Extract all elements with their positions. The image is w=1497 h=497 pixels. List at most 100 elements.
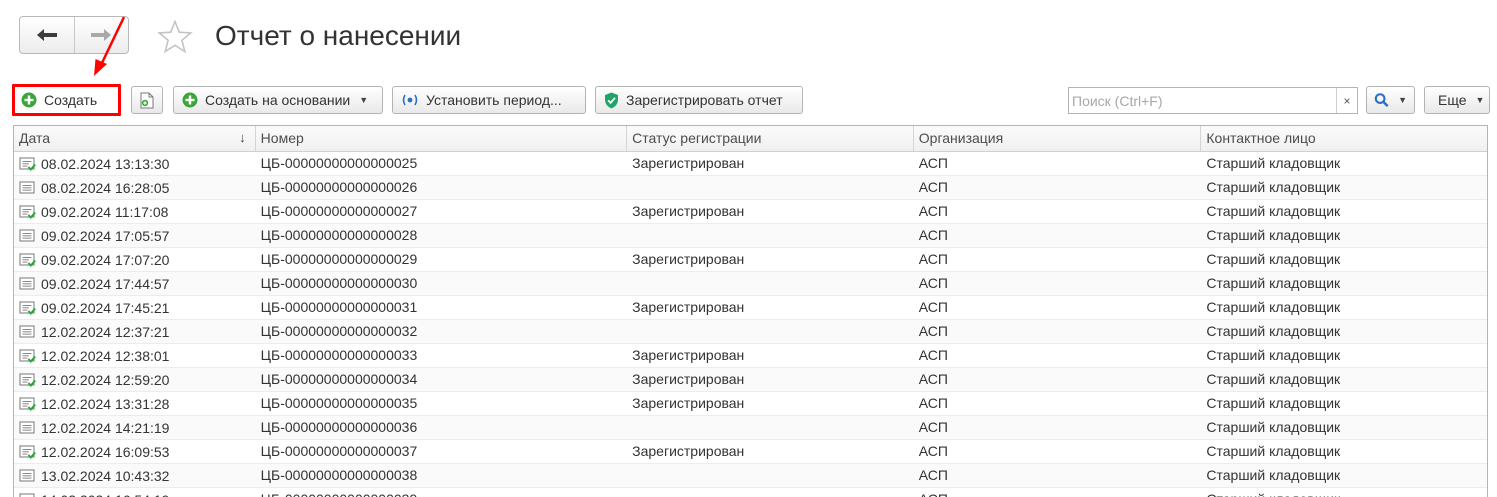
register-report-label: Зарегистрировать отчет [626, 92, 783, 108]
register-report-button[interactable]: Зарегистрировать отчет [595, 86, 803, 114]
cell-date-text: 09.02.2024 17:05:57 [41, 227, 170, 244]
cell-contact: Старший кладовщик [1206, 395, 1341, 411]
cell-date-text: 12.02.2024 16:09:53 [41, 443, 170, 460]
cell-date-text: 08.02.2024 13:13:30 [41, 155, 170, 172]
table-row[interactable]: 12.02.2024 12:59:20 ЦБ-00000000000000034 З… [14, 368, 1487, 392]
cell-number: ЦБ-00000000000000035 [260, 395, 418, 411]
table-row[interactable]: 13.02.2024 10:43:32 ЦБ-00000000000000038 А… [14, 464, 1487, 488]
table-row[interactable]: 08.02.2024 13:13:30 ЦБ-00000000000000025 З… [14, 152, 1487, 176]
copy-document-button[interactable] [131, 86, 163, 114]
cell-date-text: 09.02.2024 17:07:20 [41, 251, 170, 268]
cell-date: 12.02.2024 16:09:53 [14, 440, 256, 463]
arrow-left-icon [36, 29, 57, 41]
cell-date-text: 12.02.2024 13:31:28 [41, 395, 170, 412]
header-bar: Отчет о нанесении [0, 0, 1497, 80]
table-row[interactable]: 12.02.2024 16:09:53 ЦБ-00000000000000037 З… [14, 440, 1487, 464]
table-row[interactable]: 09.02.2024 17:05:57 ЦБ-00000000000000028 А… [14, 224, 1487, 248]
cell-status [627, 320, 914, 343]
table-row[interactable]: 08.02.2024 16:28:05 ЦБ-00000000000000026 А… [14, 176, 1487, 200]
create-based-on-button[interactable]: Создать на основании ▼ [173, 86, 383, 114]
cell-organization: АСП [918, 203, 948, 219]
document-icon [19, 181, 36, 195]
document-registered-icon [19, 253, 36, 267]
search-box: × [1068, 87, 1358, 114]
cell-status: Зарегистрирован [632, 203, 745, 219]
document-registered-icon [19, 349, 36, 363]
set-period-label: Установить период... [426, 92, 562, 108]
cell-number: ЦБ-00000000000000037 [260, 443, 418, 459]
cell-date-text: 12.02.2024 12:37:21 [41, 323, 170, 340]
document-registered-icon [19, 205, 36, 219]
table-row[interactable]: 09.02.2024 17:44:57 ЦБ-00000000000000030 А… [14, 272, 1487, 296]
table-row[interactable]: 12.02.2024 14:21:19 ЦБ-00000000000000036 А… [14, 416, 1487, 440]
cell-organization: АСП [914, 488, 1202, 497]
cell-organization: АСП [918, 467, 948, 483]
column-header-status[interactable]: Статус регистрации [627, 126, 914, 151]
cell-date: 09.02.2024 17:05:57 [14, 224, 256, 247]
table-row[interactable]: 12.02.2024 12:37:21 ЦБ-00000000000000032 А… [14, 320, 1487, 344]
document-icon [19, 421, 36, 435]
cell-date: 12.02.2024 13:31:28 [14, 392, 256, 415]
cell-organization: АСП [918, 395, 948, 411]
column-header-date[interactable]: Дата ↓ [14, 126, 256, 151]
table-row[interactable]: 09.02.2024 11:17:08 ЦБ-00000000000000027 З… [14, 200, 1487, 224]
cell-date-text: 08.02.2024 16:28:05 [41, 179, 170, 196]
cell-date-text: 12.02.2024 14:21:19 [41, 419, 170, 436]
favorite-star-icon[interactable] [157, 20, 193, 54]
annotation-arrow-icon [94, 16, 126, 76]
cell-date: 12.02.2024 12:59:20 [14, 368, 256, 391]
cell-date: 13.02.2024 10:43:32 [14, 464, 256, 487]
search-input[interactable] [1069, 89, 1336, 112]
cell-contact: Старший кладовщик [1206, 299, 1341, 315]
more-button[interactable]: Еще ▼ [1424, 86, 1490, 114]
cell-date: 08.02.2024 13:13:30 [14, 152, 256, 175]
cell-number: ЦБ-00000000000000026 [260, 179, 418, 195]
column-header-contact[interactable]: Контактное лицо [1201, 126, 1487, 151]
cell-contact: Старший кладовщик [1206, 251, 1341, 267]
back-button[interactable] [20, 17, 74, 53]
cell-contact: Старший кладовщик [1206, 179, 1341, 195]
cell-contact: Старший кладовщик [1206, 203, 1341, 219]
documents-table: Дата ↓ Номер Статус регистрации Организа… [13, 125, 1488, 497]
cell-number: ЦБ-00000000000000027 [260, 203, 418, 219]
cell-date: 09.02.2024 11:17:08 [14, 200, 256, 223]
page-title: Отчет о нанесении [215, 20, 462, 51]
cell-date-text: 09.02.2024 17:45:21 [41, 299, 170, 316]
cell-date-text: 12.02.2024 12:38:01 [41, 347, 170, 364]
table-row[interactable]: 09.02.2024 17:45:21 ЦБ-00000000000000031 З… [14, 296, 1487, 320]
cell-status [627, 272, 914, 295]
cell-date: 09.02.2024 17:45:21 [14, 296, 256, 319]
set-period-button[interactable]: Установить период... [392, 86, 586, 114]
column-header-label: Дата [19, 130, 51, 146]
cell-status [627, 488, 914, 497]
clear-search-button[interactable]: × [1336, 88, 1357, 113]
column-header-label: Организация [918, 130, 1004, 146]
copy-document-icon [140, 92, 154, 108]
cell-contact: Старший кладовщик [1206, 275, 1341, 291]
document-icon [19, 469, 36, 483]
close-icon: × [1343, 93, 1351, 108]
table-row[interactable]: 09.02.2024 17:07:20 ЦБ-00000000000000029 З… [14, 248, 1487, 272]
document-registered-icon [19, 373, 36, 387]
cell-date-text: 12.02.2024 12:59:20 [41, 371, 170, 388]
document-icon [19, 325, 36, 339]
table-body: 08.02.2024 13:13:30 ЦБ-00000000000000025 З… [14, 152, 1487, 497]
column-header-organization[interactable]: Организация [914, 126, 1202, 151]
column-header-label: Номер [260, 130, 304, 146]
cell-date: 09.02.2024 17:44:57 [14, 272, 256, 295]
search-options-button[interactable]: ▼ [1366, 86, 1415, 114]
cell-organization: АСП [918, 323, 948, 339]
cell-status [627, 464, 914, 487]
cell-organization: АСП [918, 443, 948, 459]
table-row[interactable]: 12.02.2024 13:31:28 ЦБ-00000000000000035 З… [14, 392, 1487, 416]
table-row[interactable]: 14.02.2024 16:54:19 ЦБ-00000000000000039 А… [14, 488, 1487, 497]
cell-status [627, 224, 914, 247]
document-icon [19, 493, 36, 497]
cell-status: Зарегистрирован [632, 443, 745, 459]
table-row[interactable]: 12.02.2024 12:38:01 ЦБ-00000000000000033 З… [14, 344, 1487, 368]
document-registered-icon [19, 445, 36, 459]
cell-organization: АСП [918, 299, 948, 315]
cell-organization: АСП [918, 179, 948, 195]
column-header-label: Статус регистрации [632, 130, 762, 146]
column-header-number[interactable]: Номер [256, 126, 628, 151]
